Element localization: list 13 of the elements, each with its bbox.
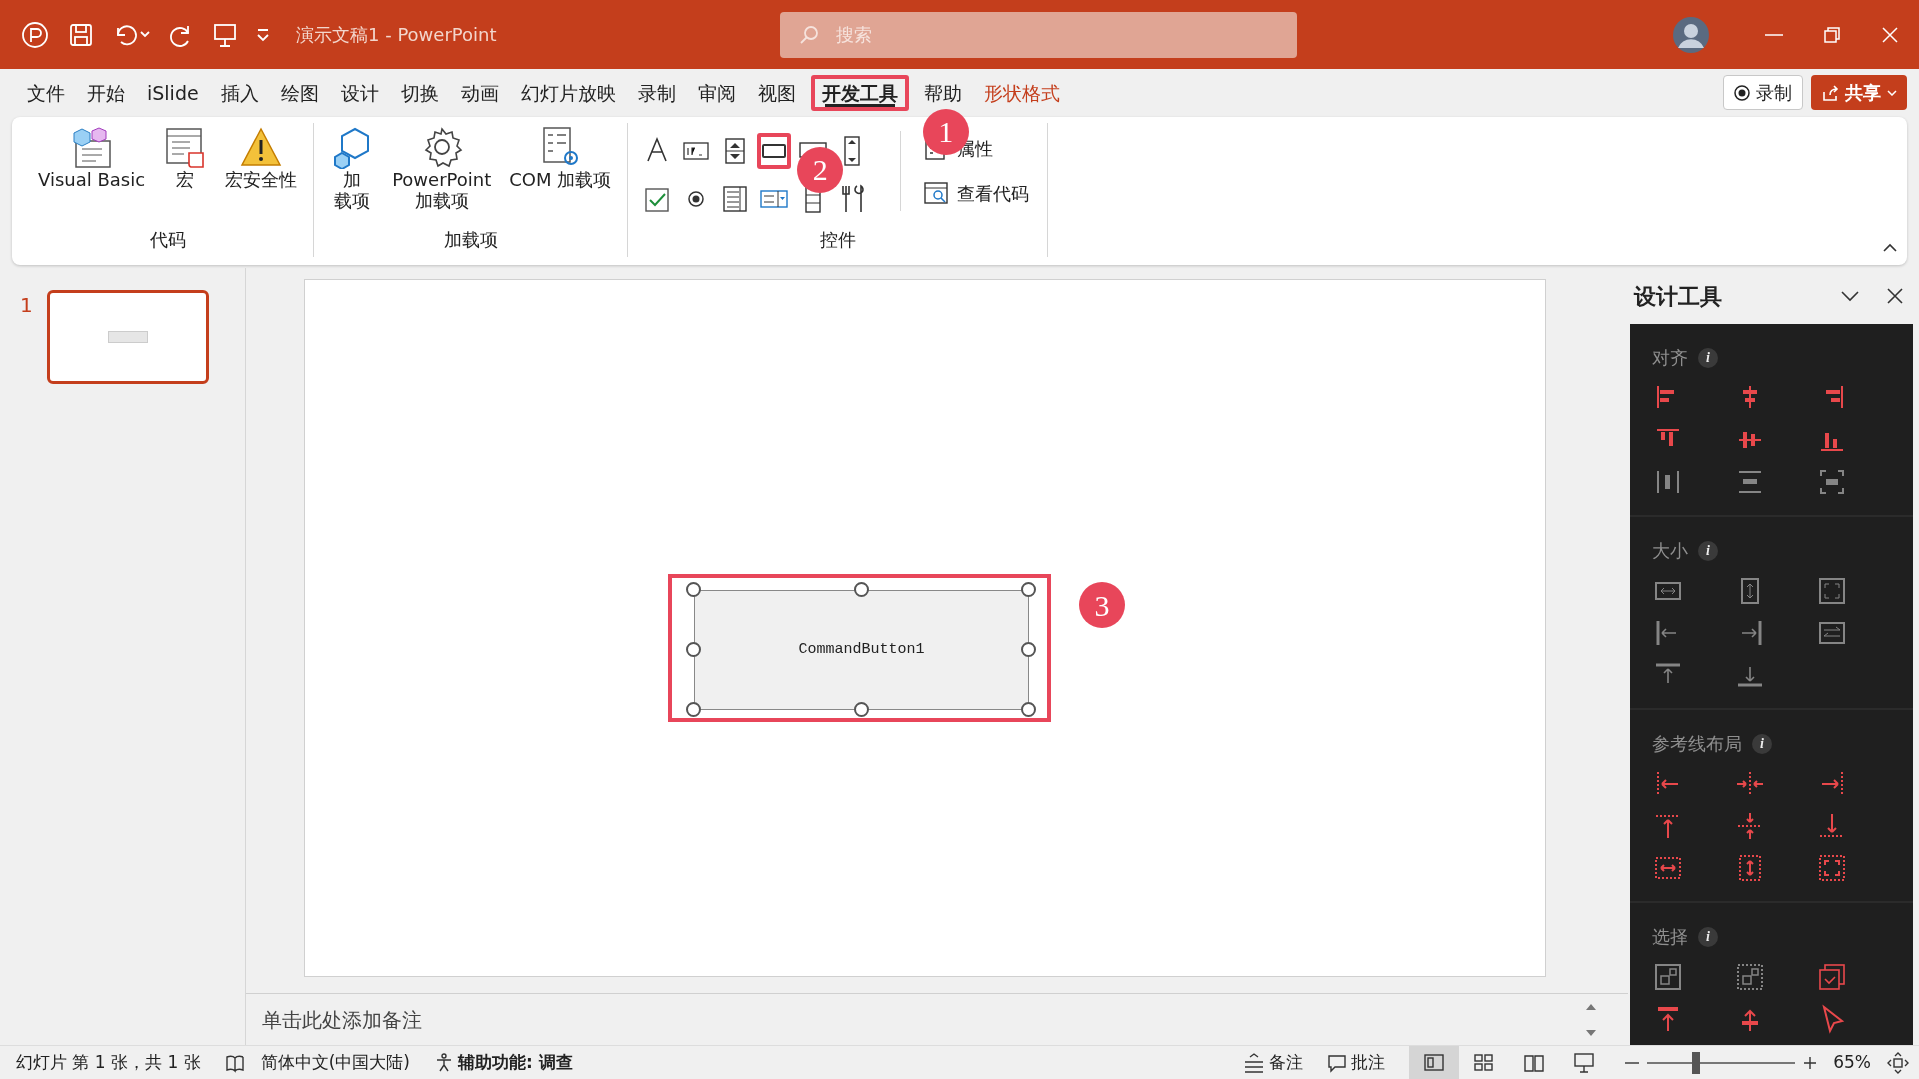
panel-title: 设计工具 [1634, 282, 1722, 311]
window-title: 演示文稿1 - PowerPoint [296, 23, 497, 48]
ribbon-group-label: 代码 [148, 228, 187, 252]
section-title: 对齐 [1652, 346, 1688, 370]
section-title: 大小 [1652, 539, 1688, 563]
slide-number: 1 [20, 292, 33, 319]
section-title: 选择 [1652, 925, 1688, 949]
ribbon-group-label: 控件 [818, 228, 857, 252]
step-callout-tooltip: 2 [797, 146, 844, 193]
status-text: 幻灯片 第 1 张，共 1 张 [16, 1050, 201, 1074]
step-callout-tooltip: 3 [1079, 582, 1125, 628]
ribbon-group-label: 加载项 [442, 228, 499, 252]
section-title: 参考线布局 [1652, 732, 1742, 756]
